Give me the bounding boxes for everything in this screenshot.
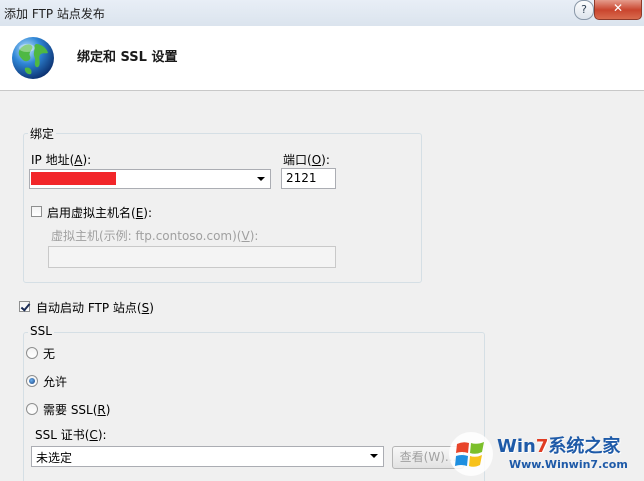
- binding-group-label: 绑定: [28, 125, 57, 142]
- globe-icon: [12, 37, 54, 79]
- title-bar: 添加 FTP 站点发布 ? ✕: [0, 0, 644, 27]
- port-label: 端口(O):: [283, 153, 330, 167]
- windows-logo-icon: [449, 432, 493, 476]
- window-title: 添加 FTP 站点发布: [4, 7, 105, 21]
- ssl-require-radio[interactable]: [26, 403, 38, 415]
- watermark-url: Www.Winwin7.com: [509, 458, 628, 471]
- autostart-label: 自动启动 FTP 站点(S): [36, 301, 154, 315]
- virtual-host-checkbox[interactable]: [31, 206, 42, 217]
- chevron-down-icon: [370, 454, 378, 458]
- chevron-down-icon: [257, 177, 265, 181]
- ftp-site-wizard-window: 添加 FTP 站点发布 ? ✕ 绑定和 SSL 设置 绑定 IP 地址(A):: [0, 0, 644, 481]
- watermark-brand: Win7系统之家: [497, 436, 621, 457]
- redacted-ip-value: [31, 172, 116, 185]
- ssl-require-label: 需要 SSL(R): [43, 403, 111, 417]
- help-button[interactable]: ?: [574, 0, 594, 20]
- ssl-certificate-dropdown[interactable]: 未选定: [31, 446, 384, 467]
- ssl-allow-radio[interactable]: [26, 375, 38, 387]
- ssl-allow-label: 允许: [43, 375, 68, 389]
- ssl-none-radio[interactable]: [26, 347, 38, 359]
- ssl-group-label: SSL: [28, 324, 54, 338]
- virtual-host-input[interactable]: [48, 246, 336, 268]
- ssl-certificate-label: SSL 证书(C):: [35, 428, 107, 442]
- virtual-host-checkbox-label: 启用虚拟主机名(E):: [47, 206, 153, 220]
- wizard-header: 绑定和 SSL 设置: [0, 26, 644, 91]
- ip-address-label: IP 地址(A):: [31, 153, 92, 167]
- virtual-host-label: 虚拟主机(示例: ftp.contoso.com)(V):: [51, 229, 259, 243]
- ssl-none-label: 无: [43, 347, 56, 361]
- page-title: 绑定和 SSL 设置: [77, 50, 178, 65]
- port-input[interactable]: 2121: [281, 168, 336, 189]
- autostart-checkbox[interactable]: [19, 301, 30, 312]
- site-watermark: Win7系统之家 Www.Winwin7.com: [445, 428, 644, 481]
- close-button[interactable]: ✕: [594, 0, 642, 20]
- ssl-certificate-value: 未选定: [36, 451, 73, 465]
